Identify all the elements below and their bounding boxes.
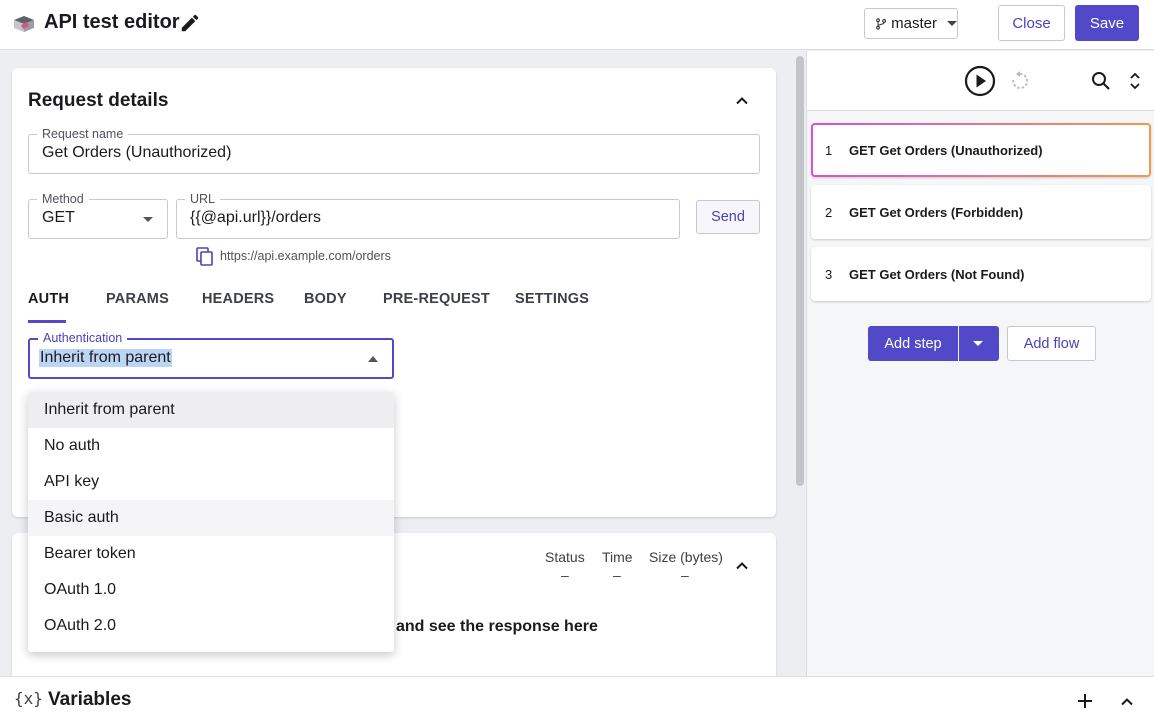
resolved-url: https://api.example.com/orders <box>220 249 391 263</box>
step-number: 1 <box>825 142 833 158</box>
chevron-up-icon[interactable] <box>734 93 750 109</box>
auth-option-inherit[interactable]: Inherit from parent <box>28 392 394 428</box>
search-icon[interactable] <box>1091 71 1111 91</box>
step-number: 2 <box>825 204 833 220</box>
pencil-icon[interactable] <box>179 12 201 34</box>
chevron-down-icon <box>947 21 957 26</box>
variables-title: Variables <box>48 689 132 710</box>
request-name-field[interactable]: Request name Get Orders (Unauthorized) <box>28 127 760 174</box>
scrollbar[interactable] <box>796 56 804 486</box>
tab-body[interactable]: BODY <box>304 291 347 307</box>
auth-option-api-key[interactable]: API key <box>28 464 394 500</box>
auth-option-bearer[interactable]: Bearer token <box>28 536 394 572</box>
branch-name: master <box>891 15 937 32</box>
chevron-down-icon <box>973 341 983 346</box>
flow-step-3[interactable]: 3 GET Get Orders (Not Found) <box>811 247 1151 301</box>
url-value: {{@api.url}}/orders <box>190 209 321 226</box>
status-value: – <box>561 567 569 583</box>
chevron-down-icon <box>143 217 153 222</box>
method-label: Method <box>37 192 89 206</box>
status-label: Status <box>545 549 585 565</box>
method-select[interactable]: Method GET <box>28 192 168 239</box>
auth-option-oauth1[interactable]: OAuth 1.0 <box>28 572 394 608</box>
flow-step-2[interactable]: 2 GET Get Orders (Forbidden) <box>811 185 1151 239</box>
variables-icon: {x} <box>14 689 43 708</box>
request-name-value: Get Orders (Unauthorized) <box>42 144 232 161</box>
url-label: URL <box>185 192 221 206</box>
authentication-label: Authentication <box>38 331 128 345</box>
time-label: Time <box>602 549 633 565</box>
branch-selector[interactable]: master <box>864 8 958 39</box>
top-bar: API test editor master Close Save <box>0 0 1154 50</box>
plus-icon[interactable] <box>1077 693 1093 709</box>
save-button[interactable]: Save <box>1075 5 1139 41</box>
tab-auth[interactable]: AUTH <box>28 291 69 307</box>
section-title: Request details <box>28 90 169 111</box>
tab-settings[interactable]: SETTINGS <box>515 291 589 307</box>
active-tab-indicator <box>28 320 66 323</box>
flow-step-1[interactable]: 1 GET Get Orders (Unauthorized) <box>811 123 1151 177</box>
flow-panel: 1 GET Get Orders (Unauthorized) 2 GET Ge… <box>806 51 1154 676</box>
step-label: GET Get Orders (Unauthorized) <box>849 142 1043 158</box>
step-label: GET Get Orders (Forbidden) <box>849 204 1024 220</box>
tab-headers[interactable]: HEADERS <box>202 291 274 307</box>
reset-icon[interactable] <box>1010 71 1030 91</box>
tab-params[interactable]: PARAMS <box>106 291 169 307</box>
step-number: 3 <box>825 266 833 282</box>
flow-toolbar <box>807 51 1154 111</box>
auth-option-no-auth[interactable]: No auth <box>28 428 394 464</box>
play-icon[interactable] <box>964 65 996 97</box>
response-empty-message: on and see the response here <box>372 618 598 635</box>
close-button[interactable]: Close <box>998 5 1065 41</box>
copy-icon[interactable] <box>196 247 214 267</box>
add-flow-button[interactable]: Add flow <box>1007 326 1096 361</box>
add-step-menu-button[interactable] <box>959 326 999 361</box>
time-value: – <box>613 567 621 583</box>
add-step-button[interactable]: Add step <box>868 326 958 361</box>
authentication-select[interactable]: Authentication Inherit from parent <box>28 331 394 379</box>
step-label: GET Get Orders (Not Found) <box>849 266 1025 282</box>
expand-collapse-icon[interactable] <box>1128 71 1142 91</box>
auth-option-oauth2[interactable]: OAuth 2.0 <box>28 608 394 644</box>
url-field[interactable]: URL {{@api.url}}/orders <box>176 192 680 239</box>
variables-bar: {x} Variables <box>0 676 1154 724</box>
send-button[interactable]: Send <box>696 200 760 234</box>
authentication-dropdown-menu: Inherit from parent No auth API key Basi… <box>28 392 394 652</box>
chevron-up-icon[interactable] <box>1119 694 1135 710</box>
authentication-value: Inherit from parent <box>39 349 172 367</box>
method-value: GET <box>42 209 75 226</box>
app-logo-icon <box>14 16 34 32</box>
page-title: API test editor <box>44 11 180 33</box>
size-value: – <box>681 567 689 583</box>
chevron-up-icon[interactable] <box>734 558 750 574</box>
request-name-label: Request name <box>37 127 129 141</box>
auth-option-basic[interactable]: Basic auth <box>28 500 394 536</box>
size-label: Size (bytes) <box>649 549 723 565</box>
chevron-up-icon <box>368 356 378 362</box>
tab-pre-request[interactable]: PRE-REQUEST <box>383 291 490 307</box>
git-branch-icon <box>876 17 887 30</box>
